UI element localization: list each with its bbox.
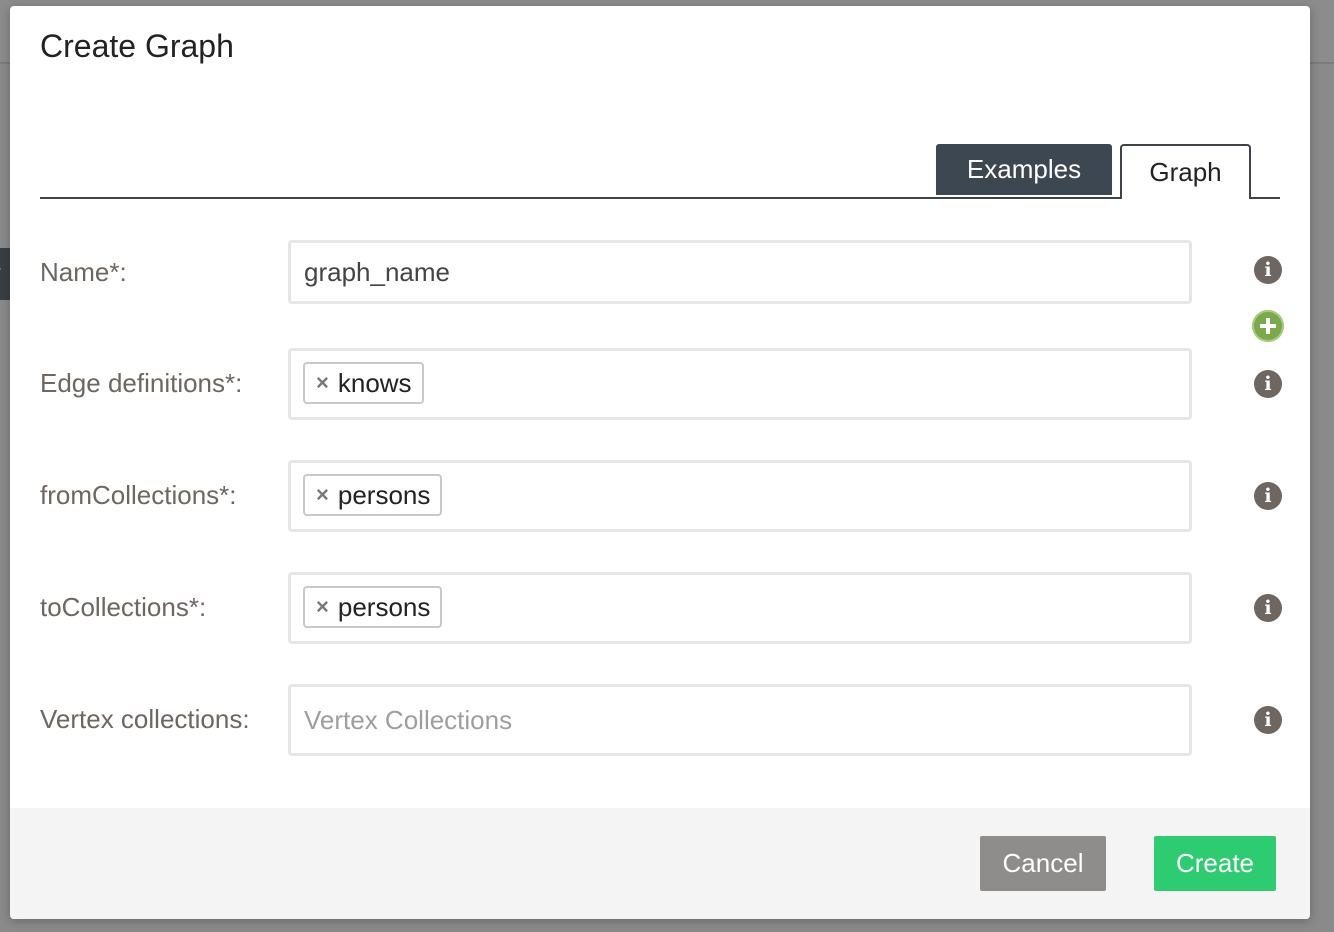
form-row-name: Name*: i <box>10 240 1310 304</box>
info-icon[interactable]: i <box>1254 482 1282 510</box>
info-icon[interactable]: i <box>1254 594 1282 622</box>
tab-examples[interactable]: Examples <box>936 144 1112 195</box>
tab-graph[interactable]: Graph <box>1120 144 1251 199</box>
modal-footer: Cancel Create <box>10 808 1310 919</box>
tag-label: persons <box>337 479 431 510</box>
tag-knows: × knows <box>303 362 424 404</box>
to-collections-label: toCollections*: <box>40 592 207 622</box>
tag-label: persons <box>337 591 431 622</box>
form-row-edge-definitions: Edge definitions*: × knows i <box>10 348 1310 420</box>
create-button[interactable]: Create <box>1154 836 1276 891</box>
tag-persons: × persons <box>303 474 443 516</box>
form-row-to-collections: toCollections*: × persons i <box>10 572 1310 644</box>
tag-persons: × persons <box>303 586 443 628</box>
form-row-vertex-collections: Vertex collections: i <box>10 684 1310 756</box>
from-collections-field[interactable]: × persons <box>288 460 1192 532</box>
name-input[interactable] <box>304 243 1164 301</box>
modal-title: Create Graph <box>40 28 234 64</box>
create-graph-modal: Create Graph Examples Graph Name*: i Edg… <box>10 6 1310 919</box>
form-row-from-collections: fromCollections*: × persons i <box>10 460 1310 532</box>
name-field <box>288 240 1192 304</box>
tab-bar: Examples Graph <box>40 144 1280 199</box>
plus-circle-icon[interactable] <box>1252 310 1284 342</box>
vertex-collections-input[interactable] <box>304 687 1164 753</box>
edge-definitions-field[interactable]: × knows <box>288 348 1192 420</box>
info-icon[interactable]: i <box>1254 370 1282 398</box>
vertex-collections-label: Vertex collections: <box>40 704 250 734</box>
x-icon[interactable]: × <box>316 482 329 508</box>
name-label: Name*: <box>40 257 127 287</box>
info-icon[interactable]: i <box>1254 256 1282 284</box>
cancel-button[interactable]: Cancel <box>980 836 1106 891</box>
background-sidebar-item: r <box>0 248 10 300</box>
to-collections-field[interactable]: × persons <box>288 572 1192 644</box>
x-icon[interactable]: × <box>316 370 329 396</box>
info-icon[interactable]: i <box>1254 706 1282 734</box>
edge-definitions-label: Edge definitions*: <box>40 368 243 398</box>
x-icon[interactable]: × <box>316 594 329 620</box>
from-collections-label: fromCollections*: <box>40 480 237 510</box>
tag-label: knows <box>337 367 412 398</box>
vertex-collections-field <box>288 684 1192 756</box>
